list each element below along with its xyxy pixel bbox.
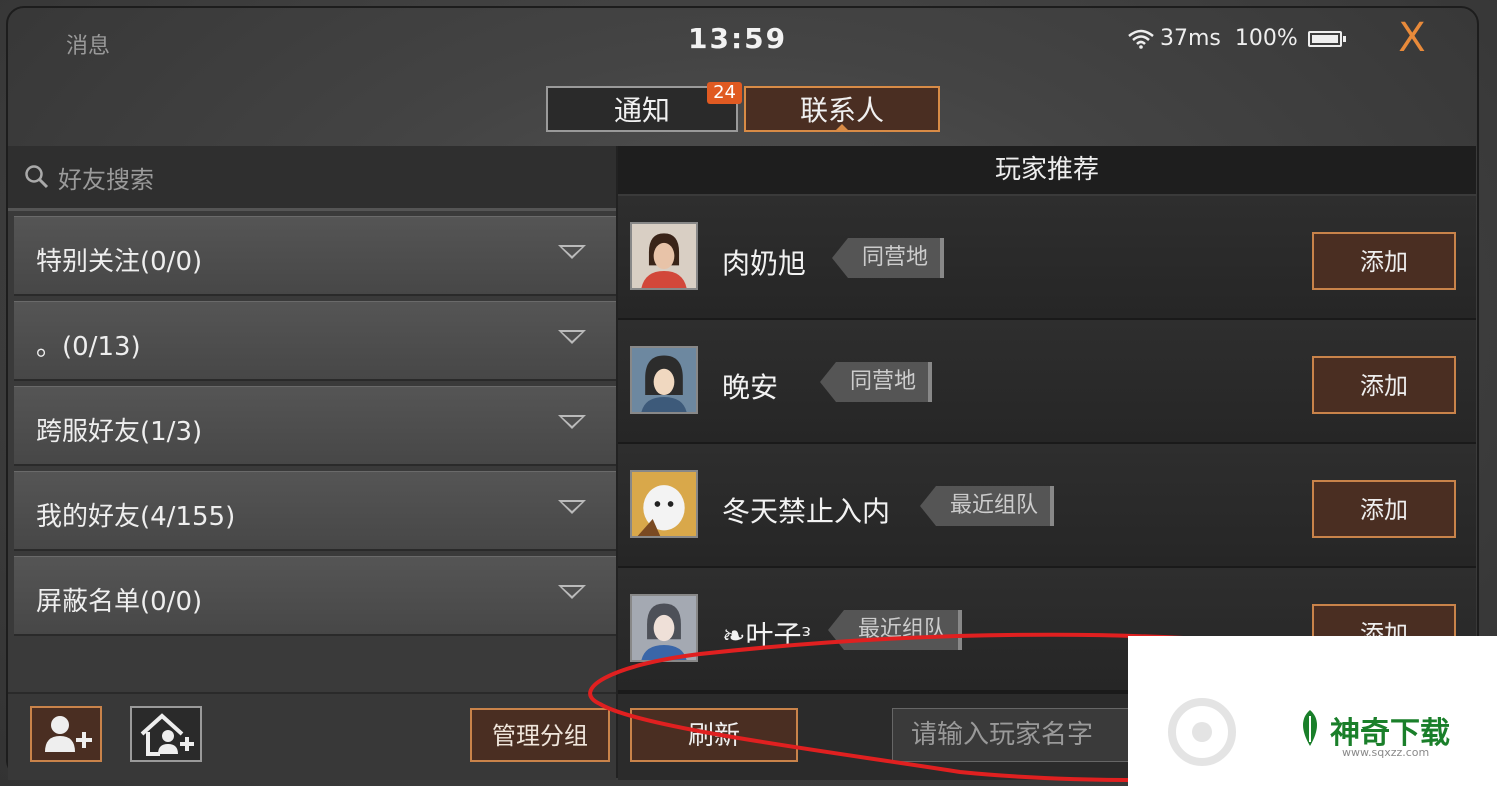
leaf-logo-icon — [1303, 710, 1317, 746]
watermark-logo-ghost — [1168, 698, 1236, 766]
watermark: 神奇下载 www.sqxzz.com — [1128, 636, 1497, 786]
game-window: 消息 13:59 37ms 100% X 通知 24 联系人 好友搜索 特别关注… — [0, 0, 1497, 786]
watermark-url: www.sqxzz.com — [1342, 746, 1430, 759]
